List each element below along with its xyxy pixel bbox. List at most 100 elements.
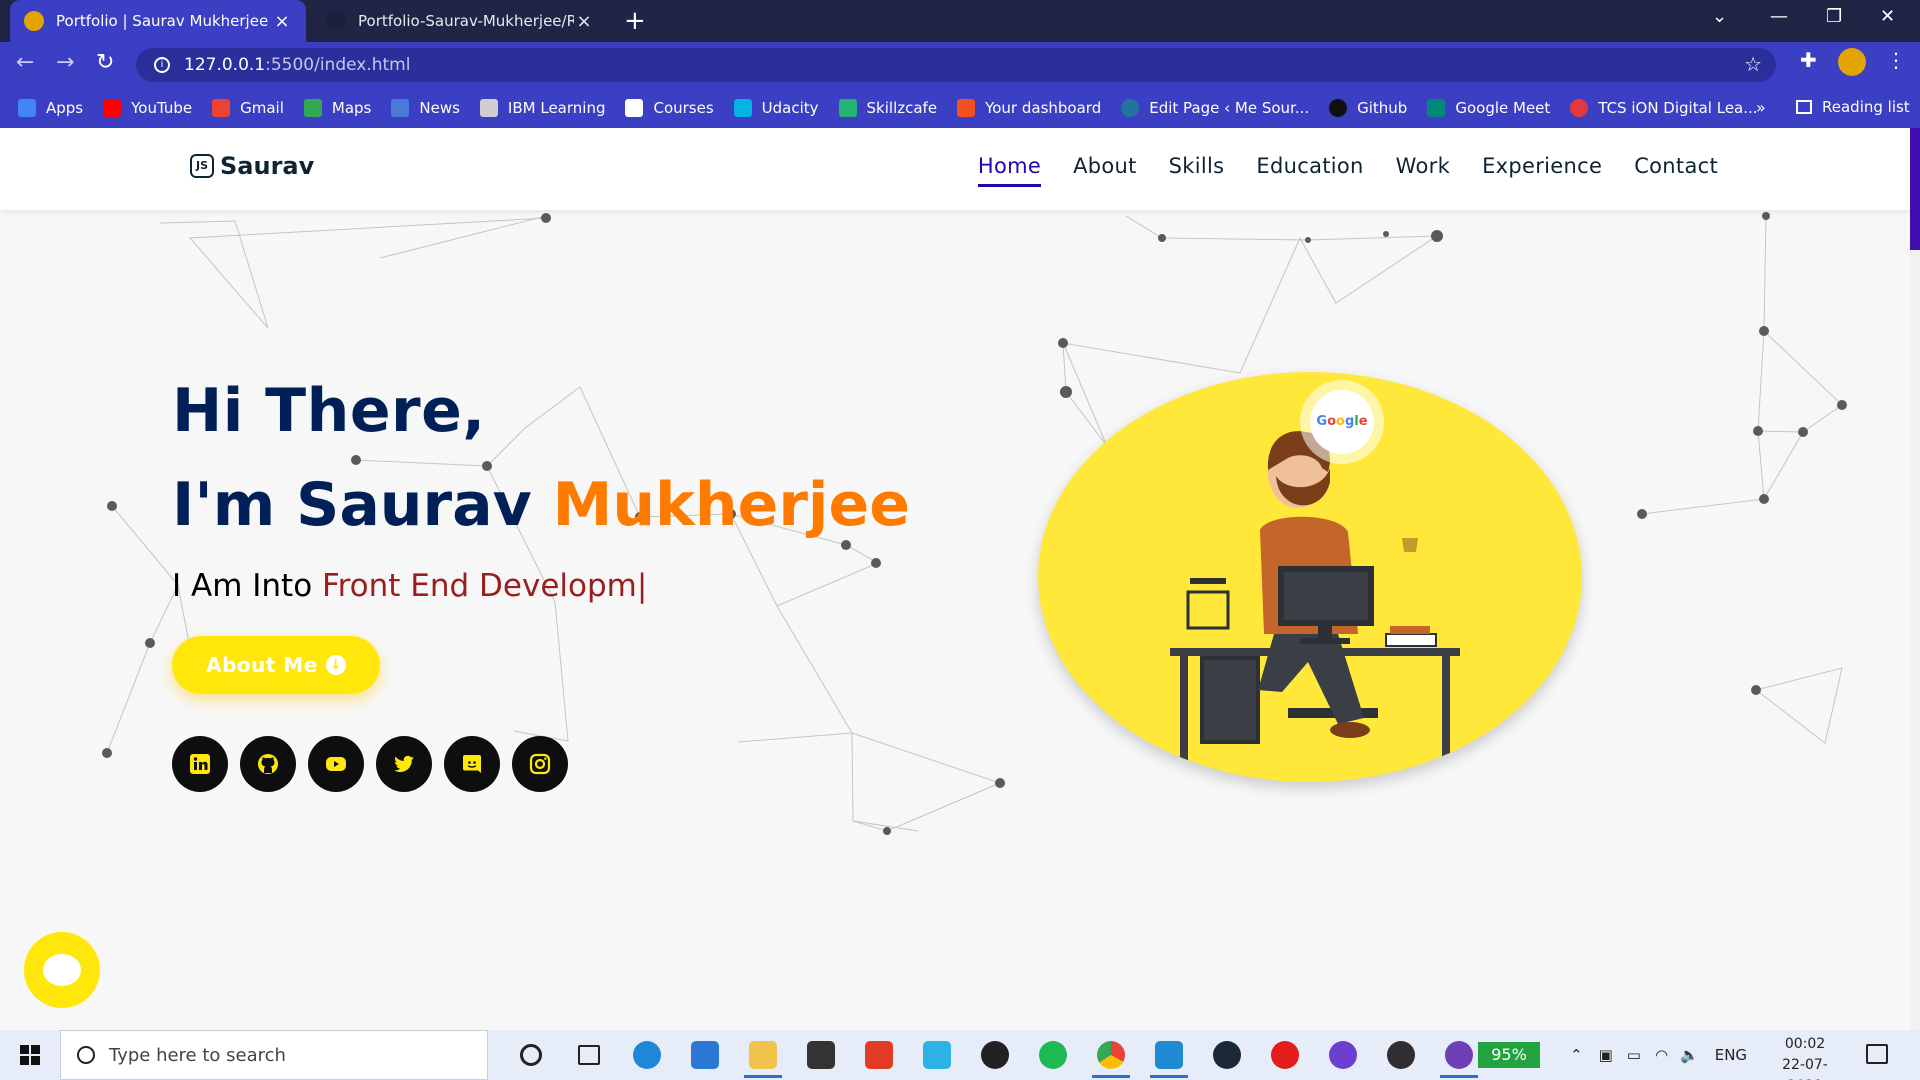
github-icon — [1329, 99, 1348, 117]
github-icon — [258, 754, 278, 774]
site-navbar: JS Saurav Home About Skills Education Wo… — [0, 128, 1910, 210]
scrollbar-thumb[interactable] — [1910, 128, 1920, 250]
github-link[interactable] — [240, 736, 296, 792]
page-scrollbar[interactable] — [1910, 128, 1920, 1030]
back-icon[interactable]: ← — [16, 50, 34, 75]
office-app[interactable] — [850, 1030, 908, 1080]
language-indicator[interactable]: ENG — [1715, 1046, 1747, 1064]
bookmark-youtube[interactable]: YouTube — [103, 99, 192, 117]
extensions-icon[interactable]: ✚ — [1800, 48, 1817, 72]
discord-icon — [463, 755, 481, 773]
tab-readme[interactable]: Portfolio-Saurav-Mukherjee/README × — [312, 0, 608, 42]
bookmark-ibm-learning[interactable]: IBM Learning — [479, 99, 605, 117]
bookmark-courses[interactable]: Courses — [625, 99, 714, 117]
bookmark-gmail[interactable]: Gmail — [212, 99, 284, 117]
portfolio-page: JS Saurav Home About Skills Education Wo… — [0, 128, 1920, 1030]
youtube-icon — [326, 757, 346, 771]
tray-device-icon[interactable]: ▣ — [1599, 1046, 1613, 1064]
chat-widget-button[interactable] — [24, 932, 100, 1008]
mail-app[interactable] — [676, 1030, 734, 1080]
bookmark-apps[interactable]: Apps — [18, 99, 83, 117]
taskbar-clock[interactable]: 00:02 22-07-2021 — [1768, 1034, 1842, 1080]
close-window-icon[interactable]: ✕ — [1880, 6, 1895, 27]
edge-icon — [633, 1041, 661, 1069]
discord-link[interactable] — [444, 736, 500, 792]
bookmark-tcs-ion[interactable]: TCS iON Digital Lea... — [1570, 99, 1758, 117]
menu-kebab-icon[interactable]: ⋮ — [1886, 48, 1906, 72]
cortana-app[interactable] — [502, 1030, 560, 1080]
bookmark-star-icon[interactable]: ☆ — [1744, 52, 1762, 76]
media-player-app[interactable] — [1256, 1030, 1314, 1080]
twitter-icon — [394, 755, 414, 773]
close-tab-icon[interactable]: × — [272, 11, 292, 32]
edge-app[interactable] — [618, 1030, 676, 1080]
address-bar[interactable]: i 127.0.0.1:5500/index.html ☆ — [136, 48, 1776, 82]
bookmark-udacity[interactable]: Udacity — [733, 99, 819, 117]
nav-contact[interactable]: Contact — [1634, 154, 1718, 187]
start-button[interactable] — [0, 1030, 60, 1080]
news-icon — [391, 99, 410, 117]
browser-tab-strip: Portfolio | Saurav Mukherjee × Portfolio… — [0, 0, 1920, 42]
github-desktop-icon — [1445, 1041, 1473, 1069]
reading-list-button[interactable]: Reading list — [1796, 98, 1910, 116]
youtube-link[interactable] — [308, 736, 364, 792]
clock-time: 00:02 — [1784, 1036, 1826, 1052]
social-links — [172, 736, 580, 792]
nav-work[interactable]: Work — [1396, 154, 1450, 187]
profile-avatar[interactable] — [1838, 48, 1866, 76]
nav-skills[interactable]: Skills — [1169, 154, 1225, 187]
battery-icon[interactable]: ▭ — [1627, 1046, 1641, 1064]
action-center-icon[interactable] — [1866, 1044, 1888, 1064]
vscode-icon — [1155, 1041, 1183, 1069]
site-logo[interactable]: JS Saurav — [190, 152, 314, 180]
forward-icon[interactable]: → — [56, 50, 74, 75]
new-tab-icon[interactable]: + — [624, 6, 646, 36]
more-bookmarks-icon[interactable]: » — [1756, 98, 1766, 117]
steam-app[interactable] — [1198, 1030, 1256, 1080]
bookmark-github[interactable]: Github — [1329, 99, 1407, 117]
minimize-icon[interactable]: — — [1770, 6, 1788, 27]
chrome-app[interactable] — [1082, 1030, 1140, 1080]
about-me-button[interactable]: About Me ↓ — [172, 636, 380, 694]
tcs-ion-icon — [1570, 99, 1589, 117]
tray-chevron-icon[interactable]: ⌃ — [1570, 1046, 1583, 1064]
nav-experience[interactable]: Experience — [1482, 154, 1602, 187]
xbox-app[interactable] — [966, 1030, 1024, 1080]
bookmark-your-dashboard[interactable]: Your dashboard — [957, 99, 1101, 117]
tab-portfolio[interactable]: Portfolio | Saurav Mukherjee × — [10, 0, 306, 42]
spotify-app[interactable] — [1024, 1030, 1082, 1080]
battery-percent-badge[interactable]: 95% — [1478, 1042, 1540, 1068]
obs-app[interactable] — [1372, 1030, 1430, 1080]
headphones-app[interactable] — [1314, 1030, 1372, 1080]
nav-home[interactable]: Home — [977, 154, 1042, 187]
vscode-app[interactable] — [1140, 1030, 1198, 1080]
microsoft-icon — [957, 99, 976, 117]
bookmark-skillzcafe[interactable]: Skillzcafe — [838, 99, 937, 117]
cortana-icon — [520, 1044, 542, 1066]
tab-search-icon[interactable]: ⌄ — [1712, 6, 1727, 27]
close-tab-icon[interactable]: × — [574, 11, 594, 32]
bookmark-maps[interactable]: Maps — [303, 99, 371, 117]
file-explorer-app[interactable] — [734, 1030, 792, 1080]
task-view-app[interactable] — [560, 1030, 618, 1080]
obs-icon — [1387, 1041, 1415, 1069]
volume-icon[interactable]: 🔈 — [1680, 1046, 1699, 1064]
linkedin-link[interactable] — [172, 736, 228, 792]
bookmark-google-meet[interactable]: Google Meet — [1427, 99, 1550, 117]
steam-icon — [1213, 1041, 1241, 1069]
bookmark-news[interactable]: News — [391, 99, 460, 117]
system-tray: ⌃ ▣ ▭ ◠ 🔈 ENG — [1570, 1030, 1747, 1080]
restore-icon[interactable]: ❐ — [1826, 6, 1842, 27]
taskbar-search[interactable]: Type here to search — [60, 1030, 488, 1080]
bookmark-edit-page[interactable]: Edit Page ‹ Me Sour... — [1121, 99, 1309, 117]
twitter-link[interactable] — [376, 736, 432, 792]
learning-app[interactable] — [908, 1030, 966, 1080]
reload-icon[interactable]: ↻ — [96, 50, 114, 75]
instagram-link[interactable] — [512, 736, 568, 792]
nav-education[interactable]: Education — [1256, 154, 1363, 187]
store-app[interactable] — [792, 1030, 850, 1080]
typing-line: I Am Into Front End Developm| — [172, 568, 648, 604]
nav-about[interactable]: About — [1073, 154, 1137, 187]
site-info-icon[interactable]: i — [154, 57, 170, 73]
wifi-icon[interactable]: ◠ — [1655, 1046, 1668, 1064]
